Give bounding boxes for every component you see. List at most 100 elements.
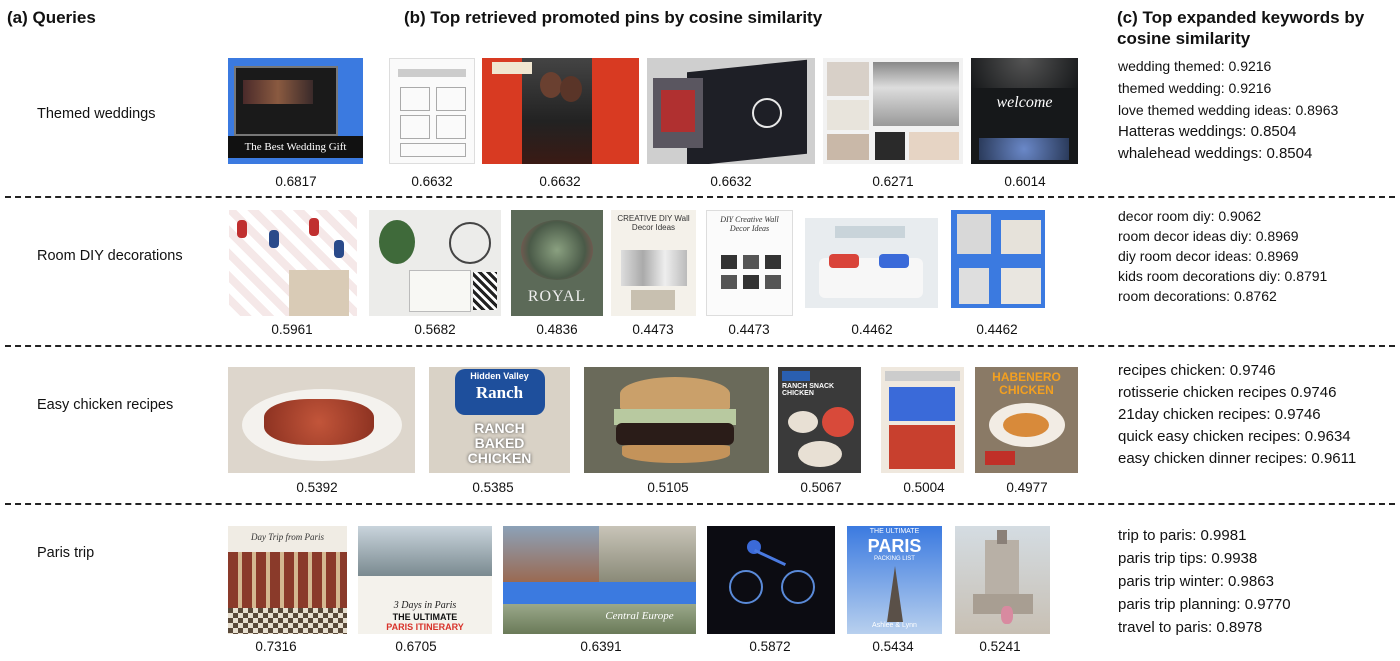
pin-caption: Ranch	[475, 383, 524, 402]
pin-image[interactable]	[823, 58, 963, 164]
pin-caption: Day Trip from Paris	[251, 532, 324, 542]
row-separator	[5, 196, 1395, 198]
pin-caption: 3 Days in Paris	[393, 600, 457, 611]
pin-image[interactable]: Hidden Valley Ranch RANCH BAKED CHICKEN	[429, 367, 570, 473]
score-label: 0.6705	[395, 639, 437, 654]
pin-caption: THE ULTIMATE	[869, 528, 920, 535]
score-label: 0.6817	[275, 174, 317, 189]
keywords-header: (c) Top expanded keywords by cosine simi…	[1117, 8, 1365, 48]
pin-caption: PARIS ITINERARY	[386, 622, 464, 632]
keyword-item: Hatteras weddings: 0.8504	[1118, 123, 1297, 140]
pin-image[interactable]	[482, 58, 639, 164]
pin-caption: CREATIVE DIY Wall Decor Ideas	[617, 214, 690, 232]
pin-image[interactable]	[389, 58, 475, 164]
score-label: 0.5067	[800, 480, 842, 495]
pin-image[interactable]	[369, 210, 501, 316]
pin-caption: PACKING LIST	[874, 556, 915, 562]
pin-caption: THE ULTIMATE	[392, 612, 458, 622]
pin-caption: RANCH SNACK CHICKEN	[782, 383, 835, 397]
pin-caption: Central Europe	[605, 610, 674, 622]
keyword-item: kids room decorations diy: 0.8791	[1118, 268, 1328, 284]
score-label: 0.4462	[851, 322, 893, 337]
pin-image[interactable]	[584, 367, 769, 473]
queries-header: (a) Queries	[7, 8, 96, 27]
pin-caption: DIY Creative Wall Decor Ideas	[720, 215, 779, 233]
keyword-item: room decorations: 0.8762	[1118, 288, 1277, 304]
pin-image[interactable]: CREATIVE DIY Wall Decor Ideas	[611, 210, 696, 316]
score-label: 0.6014	[1004, 174, 1046, 189]
keyword-item: trip to paris: 0.9981	[1118, 527, 1247, 544]
keyword-item: paris trip winter: 0.9863	[1118, 573, 1274, 590]
keyword-list: wedding themed: 0.9216 themed wedding: 0…	[1118, 55, 1338, 165]
score-label: 0.6632	[411, 174, 453, 189]
keyword-item: whalehead weddings: 0.8504	[1118, 145, 1313, 162]
query-label: Easy chicken recipes	[37, 397, 174, 413]
score-label: 0.5682	[414, 322, 456, 337]
score-label: 0.5961	[271, 322, 313, 337]
pin-image[interactable]: RANCH SNACK CHICKEN	[778, 367, 861, 473]
keyword-item: rotisserie chicken recipes 0.9746	[1118, 384, 1337, 401]
query-label: Themed weddings	[37, 106, 156, 122]
pin-caption: The Best Wedding Gift	[228, 136, 363, 158]
pin-image[interactable]	[229, 210, 357, 316]
keyword-item: paris trip tips: 0.9938	[1118, 550, 1258, 567]
keyword-item: paris trip planning: 0.9770	[1118, 596, 1291, 613]
pin-caption: ROYAL	[527, 288, 587, 305]
pin-image[interactable]: DIY Creative Wall Decor Ideas	[706, 210, 793, 316]
pin-image[interactable]: Day Trip from Paris	[228, 526, 347, 634]
keyword-item: easy chicken dinner recipes: 0.9611	[1118, 450, 1357, 467]
score-label: 0.6632	[539, 174, 581, 189]
score-label: 0.5392	[296, 480, 338, 495]
keyword-item: quick easy chicken recipes: 0.9634	[1118, 428, 1351, 445]
score-label: 0.4977	[1006, 480, 1048, 495]
keyword-item: diy room decor ideas: 0.8969	[1118, 248, 1299, 264]
keyword-item: love themed wedding ideas: 0.8963	[1118, 102, 1339, 118]
score-label: 0.4462	[976, 322, 1018, 337]
pin-image[interactable]	[881, 367, 964, 473]
score-label: 0.5434	[872, 639, 914, 654]
pin-image[interactable]: 3 Days in Paris THE ULTIMATE PARIS ITINE…	[358, 526, 492, 634]
score-label: 0.6632	[710, 174, 752, 189]
row-separator	[5, 503, 1395, 505]
pin-caption: Hidden Valley	[470, 371, 529, 381]
keyword-list: trip to paris: 0.9981 paris trip tips: 0…	[1118, 524, 1291, 639]
score-label: 0.4836	[536, 322, 578, 337]
score-label: 0.4473	[728, 322, 770, 337]
pin-image[interactable]: welcome	[971, 58, 1078, 164]
keyword-item: travel to paris: 0.8978	[1118, 619, 1263, 636]
pin-image[interactable]: HABENERO CHICKEN	[975, 367, 1078, 473]
pin-image[interactable]	[647, 58, 815, 164]
keyword-item: room decor ideas diy: 0.8969	[1118, 228, 1299, 244]
keyword-item: 21day chicken recipes: 0.9746	[1118, 406, 1321, 423]
pin-image[interactable]	[955, 526, 1050, 634]
score-label: 0.7316	[255, 639, 297, 654]
pin-image[interactable]: Central Europe	[503, 526, 696, 634]
pin-caption: welcome	[996, 94, 1053, 111]
keyword-item: themed wedding: 0.9216	[1118, 80, 1272, 96]
pin-caption: RANCH BAKED CHICKEN	[467, 420, 532, 466]
pins-header: (b) Top retrieved promoted pins by cosin…	[404, 8, 823, 27]
score-label: 0.6271	[872, 174, 914, 189]
query-label: Paris trip	[37, 545, 95, 561]
query-label: Room DIY decorations	[37, 248, 183, 264]
pin-caption: Ashlee & Lynn	[872, 622, 917, 629]
pin-image[interactable]: ROYAL	[511, 210, 603, 316]
keyword-item: recipes chicken: 0.9746	[1118, 362, 1276, 379]
pin-image[interactable]	[951, 210, 1045, 308]
keyword-list: recipes chicken: 0.9746 rotisserie chick…	[1118, 360, 1356, 470]
pin-image[interactable]: THE ULTIMATE PARIS PACKING LIST Ashlee &…	[847, 526, 942, 634]
keyword-list: decor room diy: 0.9062 room decor ideas …	[1118, 206, 1327, 306]
keyword-item: wedding themed: 0.9216	[1118, 58, 1272, 74]
score-label: 0.5385	[472, 480, 514, 495]
pin-caption: PARIS	[867, 536, 922, 556]
row-separator	[5, 345, 1395, 347]
pin-caption: HABENERO CHICKEN	[992, 370, 1061, 397]
score-label: 0.4473	[632, 322, 674, 337]
pin-image[interactable]	[228, 367, 415, 473]
score-label: 0.6391	[580, 639, 622, 654]
pin-image[interactable]: The Best Wedding Gift	[228, 58, 363, 164]
score-label: 0.5105	[647, 480, 689, 495]
score-label: 0.5241	[979, 639, 1021, 654]
pin-image[interactable]	[707, 526, 835, 634]
pin-image[interactable]	[805, 218, 938, 308]
